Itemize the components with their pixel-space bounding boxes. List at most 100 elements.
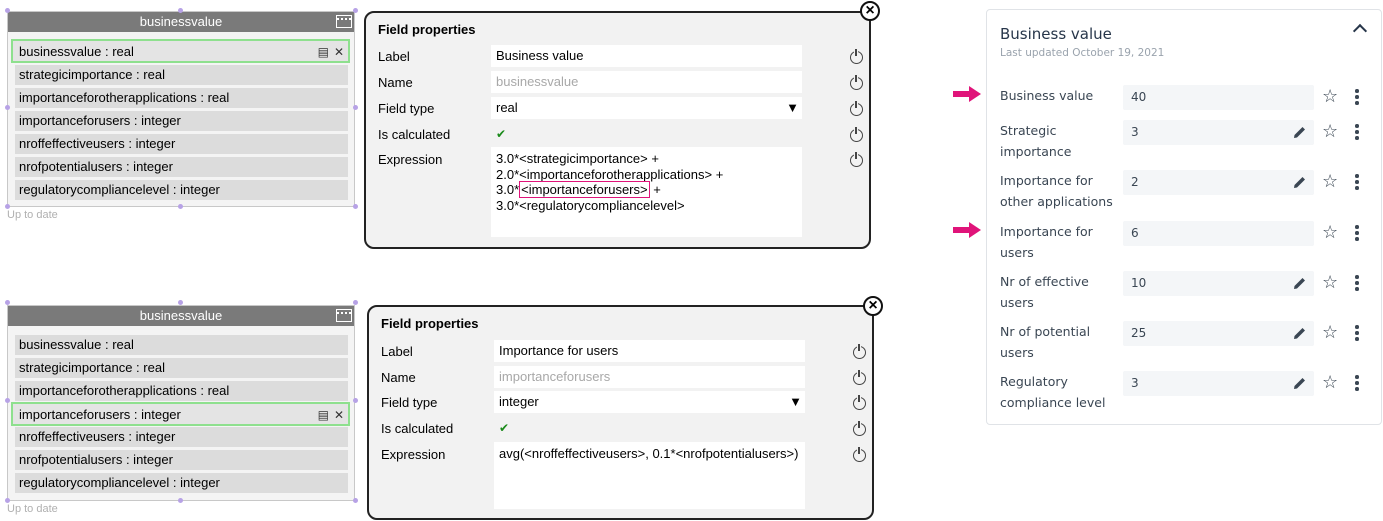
- dropdown-arrow-icon[interactable]: ▼: [786, 97, 799, 119]
- star-icon[interactable]: ☆: [1322, 122, 1338, 142]
- power-icon[interactable]: [850, 75, 863, 90]
- dropdown-arrow-icon[interactable]: ▼: [789, 391, 802, 413]
- star-icon[interactable]: ☆: [1322, 223, 1338, 243]
- close-x-icon[interactable]: ✕: [334, 45, 344, 59]
- kebab-menu-icon[interactable]: [1355, 89, 1359, 107]
- expression-label: Expression: [378, 152, 443, 167]
- expression-line: 2.0*<importanceforotherapplications> +: [496, 166, 724, 182]
- resize-handle[interactable]: [353, 300, 358, 305]
- star-icon[interactable]: ☆: [1322, 172, 1338, 192]
- label-input[interactable]: Business value: [491, 45, 802, 67]
- resize-handle[interactable]: [353, 398, 358, 403]
- window-icon[interactable]: [336, 309, 352, 322]
- power-icon[interactable]: [853, 421, 866, 436]
- attribute-row[interactable]: nroffeffectiveusers : integer: [15, 427, 348, 447]
- check-icon[interactable]: ✔: [496, 127, 506, 141]
- class-box-header[interactable]: businessvalue: [8, 306, 354, 326]
- attribute-row[interactable]: importanceforotherapplications : real: [15, 381, 348, 401]
- resize-handle[interactable]: [5, 8, 10, 13]
- name-input[interactable]: businessvalue: [491, 71, 802, 93]
- attribute-row[interactable]: nrofpotentialusers : integer: [15, 157, 348, 177]
- attribute-row[interactable]: nrofpotentialusers : integer: [15, 450, 348, 470]
- power-icon[interactable]: [853, 344, 866, 359]
- power-icon[interactable]: [850, 101, 863, 116]
- status-text: Up to date: [7, 209, 58, 221]
- close-x-icon[interactable]: ✕: [334, 408, 344, 422]
- kebab-menu-icon[interactable]: [1355, 174, 1359, 192]
- resize-handle[interactable]: [353, 498, 358, 503]
- power-icon[interactable]: [850, 152, 863, 167]
- resize-handle[interactable]: [178, 300, 183, 305]
- power-icon[interactable]: [853, 370, 866, 385]
- resize-handle[interactable]: [5, 300, 10, 305]
- name-input[interactable]: importanceforusers: [494, 366, 805, 388]
- attribute-row[interactable]: regulatorycompliancelevel : integer: [15, 180, 348, 200]
- expression-line: avg(<nroffeffectiveusers>, 0.1*<nrofpote…: [499, 446, 799, 461]
- pencil-icon[interactable]: [1293, 376, 1307, 390]
- expression-text: 3.0*: [496, 182, 520, 197]
- row-value[interactable]: 6: [1123, 221, 1314, 246]
- check-icon[interactable]: ✔: [499, 421, 509, 435]
- pencil-icon[interactable]: [1293, 125, 1307, 139]
- kebab-menu-icon[interactable]: [1355, 375, 1359, 393]
- power-icon[interactable]: [850, 127, 863, 142]
- attribute-row[interactable]: regulatorycompliancelevel : integer: [15, 473, 348, 493]
- resize-handle[interactable]: [353, 105, 358, 110]
- pencil-icon[interactable]: [1293, 326, 1307, 340]
- row-value[interactable]: 25: [1123, 321, 1314, 346]
- attribute-row[interactable]: importanceforusers : integer: [15, 111, 348, 131]
- class-box-header[interactable]: businessvalue: [8, 12, 354, 32]
- row-value[interactable]: 3: [1123, 120, 1314, 145]
- chevron-up-icon[interactable]: [1352, 23, 1368, 39]
- document-icon[interactable]: ▤: [318, 408, 329, 422]
- resize-handle[interactable]: [5, 398, 10, 403]
- field-type-select[interactable]: real ▼: [491, 97, 802, 119]
- resize-handle[interactable]: [178, 8, 183, 13]
- class-box-businessvalue-1[interactable]: businessvalue businessvalue : real ▤ ✕ st…: [7, 11, 355, 207]
- star-icon[interactable]: ☆: [1322, 87, 1338, 107]
- row-value[interactable]: 2: [1123, 170, 1314, 195]
- attribute-label: importanceforusers : integer: [19, 113, 181, 128]
- attribute-row-selected[interactable]: importanceforusers : integer ▤ ✕: [11, 402, 350, 426]
- row-value[interactable]: 10: [1123, 271, 1314, 296]
- resize-handle[interactable]: [353, 8, 358, 13]
- kebab-menu-icon[interactable]: [1355, 225, 1359, 243]
- power-icon[interactable]: [853, 447, 866, 462]
- attribute-row[interactable]: strategicimportance : real: [15, 65, 348, 85]
- pencil-icon[interactable]: [1293, 175, 1307, 189]
- resize-handle[interactable]: [353, 204, 358, 209]
- expression-input[interactable]: avg(<nroffeffectiveusers>, 0.1*<nrofpote…: [494, 442, 805, 509]
- last-updated-text: Last updated October 19, 2021: [1000, 47, 1165, 59]
- field-properties-panel-2[interactable]: Field properties Label Importance for us…: [367, 305, 874, 520]
- expression-input[interactable]: 3.0*<strategicimportance> + 2.0*<importa…: [491, 147, 802, 237]
- kebab-menu-icon[interactable]: [1355, 325, 1359, 343]
- status-text: Up to date: [7, 503, 58, 515]
- power-icon[interactable]: [850, 49, 863, 64]
- pencil-icon[interactable]: [1293, 276, 1307, 290]
- window-icon[interactable]: [336, 15, 352, 28]
- close-circle-icon[interactable]: ×: [860, 1, 880, 21]
- class-box-businessvalue-2[interactable]: businessvalue businessvalue : real strat…: [7, 305, 355, 501]
- power-icon[interactable]: [853, 395, 866, 410]
- row-value[interactable]: 40: [1123, 85, 1314, 110]
- attribute-row-selected[interactable]: businessvalue : real ▤ ✕: [11, 39, 350, 63]
- field-type-select[interactable]: integer ▼: [494, 391, 805, 413]
- resize-handle[interactable]: [178, 498, 183, 503]
- field-type-label: Field type: [378, 101, 435, 116]
- kebab-menu-icon[interactable]: [1355, 124, 1359, 142]
- document-icon[interactable]: ▤: [318, 45, 329, 59]
- star-icon[interactable]: ☆: [1322, 373, 1338, 393]
- close-circle-icon[interactable]: ×: [863, 296, 883, 316]
- resize-handle[interactable]: [178, 204, 183, 209]
- row-value[interactable]: 3: [1123, 371, 1314, 396]
- resize-handle[interactable]: [5, 105, 10, 110]
- kebab-menu-icon[interactable]: [1355, 275, 1359, 293]
- attribute-row[interactable]: strategicimportance : real: [15, 358, 348, 378]
- star-icon[interactable]: ☆: [1322, 273, 1338, 293]
- field-properties-panel-1[interactable]: Field properties Label Business value Na…: [364, 11, 871, 249]
- star-icon[interactable]: ☆: [1322, 323, 1338, 343]
- attribute-row[interactable]: businessvalue : real: [15, 335, 348, 355]
- label-input[interactable]: Importance for users: [494, 340, 805, 362]
- attribute-row[interactable]: importanceforotherapplications : real: [15, 88, 348, 108]
- attribute-row[interactable]: nroffeffectiveusers : integer: [15, 134, 348, 154]
